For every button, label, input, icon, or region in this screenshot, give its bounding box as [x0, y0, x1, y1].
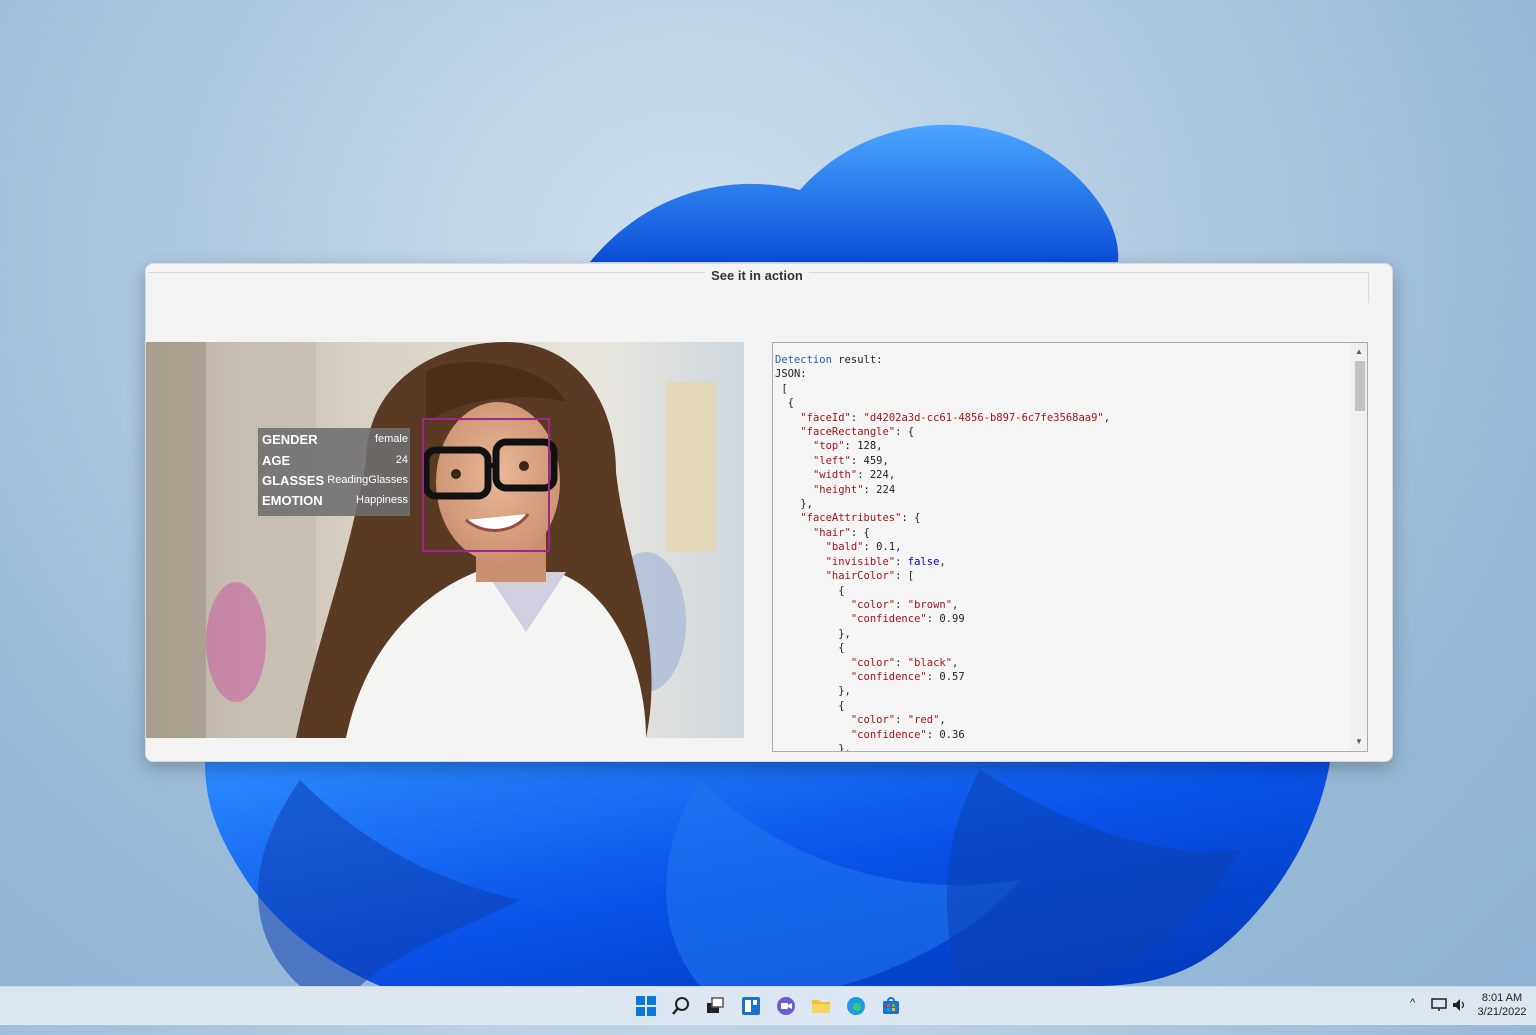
taskbar: ^ 8:01 AM 3/21/2022	[0, 986, 1536, 1025]
volume-icon[interactable]	[1451, 996, 1469, 1014]
json-scrollbar[interactable]: ▲ ▼	[1351, 343, 1367, 751]
chat-icon[interactable]	[775, 995, 797, 1017]
scroll-thumb[interactable]	[1355, 361, 1365, 411]
attr-row-gender: GENDER female	[262, 432, 408, 452]
clock-date: 3/21/2022	[1477, 1006, 1527, 1018]
attr-row-emotion: EMOTION Happiness	[262, 493, 408, 513]
json-result-panel[interactable]: Detection result: JSON: [ { "faceId": "d…	[772, 342, 1368, 752]
task-view-icon[interactable]	[704, 995, 726, 1017]
face-attributes-overlay: GENDER female AGE 24 GLASSES ReadingGlas…	[258, 428, 410, 516]
edge-browser-icon[interactable]	[845, 995, 867, 1017]
widgets-icon[interactable]	[740, 995, 762, 1017]
attr-row-glasses: GLASSES ReadingGlasses	[262, 473, 408, 493]
show-hidden-icons-chevron-icon[interactable]: ^	[1410, 997, 1424, 1035]
clock-time: 8:01 AM	[1481, 992, 1523, 1004]
store-icon[interactable]	[880, 995, 902, 1017]
scroll-up-arrow-icon[interactable]: ▲	[1351, 345, 1367, 359]
json-text: Detection result: JSON: [ { "faceId": "d…	[775, 354, 1111, 752]
attr-key: AGE	[262, 453, 291, 468]
window-title: See it in action	[146, 268, 1368, 283]
attr-key: GENDER	[262, 432, 318, 447]
scroll-down-arrow-icon[interactable]: ▼	[1351, 735, 1367, 749]
file-explorer-icon[interactable]	[810, 995, 832, 1017]
app-window: See it in action GENDER female AGE 24 GL…	[145, 263, 1393, 762]
face-rectangle	[422, 418, 550, 552]
attr-row-age: AGE 24	[262, 453, 408, 473]
attr-value: 24	[395, 454, 408, 466]
attr-key: EMOTION	[262, 493, 323, 508]
search-icon[interactable]	[670, 995, 692, 1017]
face-photo: GENDER female AGE 24 GLASSES ReadingGlas…	[146, 342, 744, 738]
attr-value: ReadingGlasses	[327, 474, 408, 486]
clock[interactable]: 8:01 AM 3/21/2022	[1474, 987, 1530, 1025]
attr-value: Happiness	[356, 494, 408, 506]
attr-value: female	[374, 433, 408, 445]
attr-key: GLASSES	[262, 473, 325, 488]
start-windows-icon[interactable]	[635, 995, 657, 1017]
network-icon[interactable]	[1430, 996, 1448, 1014]
